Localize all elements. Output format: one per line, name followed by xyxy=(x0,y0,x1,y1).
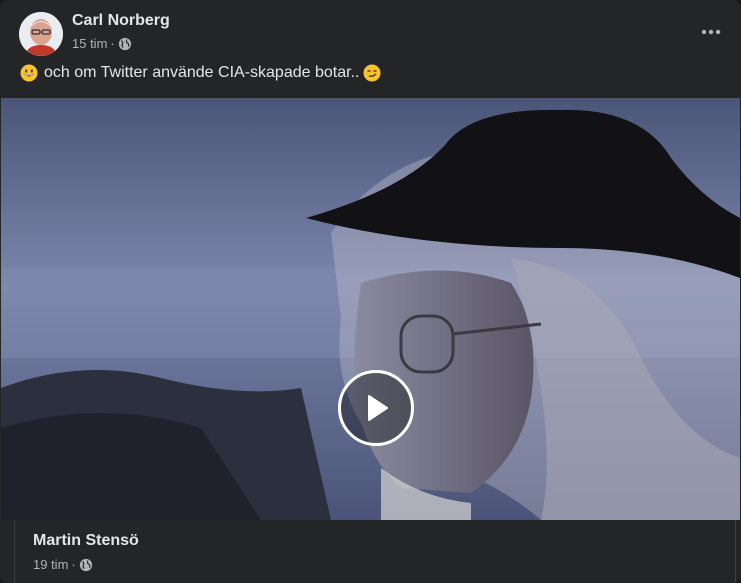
smirking-face-emoji xyxy=(363,64,381,82)
shared-post-preview[interactable]: Martin Stensö 19 tim · xyxy=(14,520,736,583)
avatar-photo xyxy=(19,12,63,56)
video-thumbnail xyxy=(1,98,740,520)
post-text: och om Twitter använde CIA-skapade botar… xyxy=(44,64,360,81)
more-horizontal-icon xyxy=(701,29,721,35)
more-options-button[interactable] xyxy=(693,16,729,48)
meta-separator: · xyxy=(110,36,115,51)
feed-post: Carl Norberg 15 tim · och om Twitter anv… xyxy=(0,0,741,583)
post-meta: 15 tim · xyxy=(72,36,132,51)
post-message: och om Twitter använde CIA-skapade botar… xyxy=(20,64,381,82)
play-button[interactable] xyxy=(338,370,414,446)
globe-icon[interactable] xyxy=(118,37,132,51)
author-name[interactable]: Carl Norberg xyxy=(72,12,170,30)
play-icon xyxy=(368,395,388,421)
shared-post-timestamp[interactable]: 19 tim xyxy=(33,557,68,572)
author-avatar[interactable] xyxy=(19,12,63,56)
globe-icon[interactable] xyxy=(79,558,93,572)
meta-separator: · xyxy=(71,557,76,572)
video-player[interactable] xyxy=(1,98,740,520)
post-header: Carl Norberg 15 tim · xyxy=(0,0,741,62)
shared-author-name[interactable]: Martin Stensö xyxy=(33,532,139,550)
post-timestamp[interactable]: 15 tim xyxy=(72,36,107,51)
shared-post-meta: 19 tim · xyxy=(33,557,93,572)
grinning-face-emoji xyxy=(20,64,38,82)
